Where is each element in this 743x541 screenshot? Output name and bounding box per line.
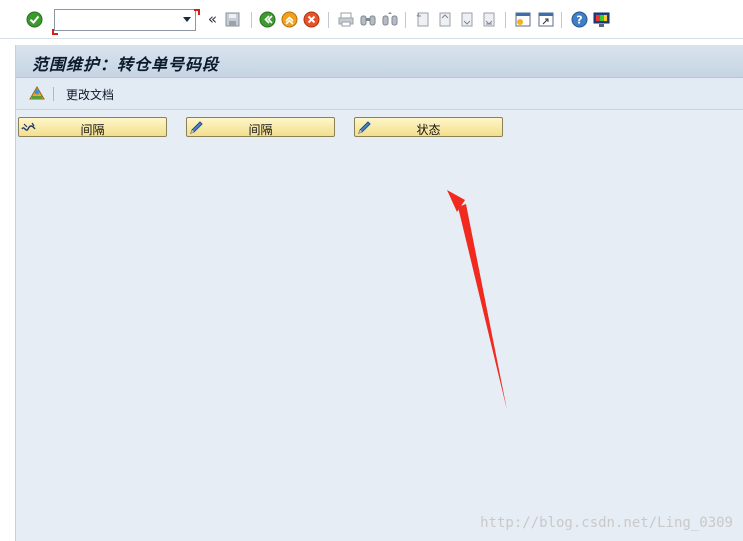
exit-icon[interactable] [281,11,298,28]
command-input[interactable] [57,11,177,28]
previous-page-icon[interactable] [436,11,453,28]
status-edit-button[interactable]: 状态 [354,117,503,137]
page-title: 范围维护：转仓单号码段 [32,55,220,74]
find-next-icon[interactable] [381,11,398,28]
back-icon[interactable] [259,11,276,28]
last-page-icon[interactable] [480,11,497,28]
back-double-icon[interactable]: « [204,11,221,28]
toolbar-separator [505,12,506,28]
required-marker-icon [52,29,58,35]
save-icon[interactable] [224,11,241,28]
button-label: 状态 [416,123,441,137]
help-icon[interactable]: ? [571,11,588,28]
change-documents-button[interactable]: 更改文档 [66,86,114,103]
title-bar: 范围维护：转仓单号码段 [16,45,743,78]
next-page-icon[interactable] [458,11,475,28]
toolbar-separator [405,12,406,28]
toolbar-separator [561,12,562,28]
shortcut-icon[interactable] [537,11,554,28]
chevron-down-icon[interactable] [183,17,191,22]
toolbar-separator [251,12,252,28]
first-page-icon[interactable] [414,11,431,28]
watermark: http://blog.csdn.net/Ling_0309 [480,515,733,531]
change-documents-icon[interactable] [28,84,46,102]
system-toolbar: « ? [0,0,743,39]
application-toolbar: 更改文档 [16,78,743,110]
customize-layout-icon[interactable] [593,11,610,28]
command-field[interactable] [54,9,196,31]
button-label: 间隔 [248,123,273,137]
button-label: 间隔 [80,123,105,137]
intervals-edit-button[interactable]: 间隔 [186,117,335,137]
enter-icon[interactable] [26,11,43,28]
intervals-display-button[interactable]: 间隔 [18,117,167,137]
toolbar-separator [53,87,54,101]
find-icon[interactable] [359,11,376,28]
create-session-icon[interactable] [514,11,531,28]
print-icon[interactable] [337,11,354,28]
cancel-icon[interactable] [303,11,320,28]
required-marker-icon [194,9,200,15]
svg-text:?: ? [576,14,582,27]
toolbar-separator [328,12,329,28]
